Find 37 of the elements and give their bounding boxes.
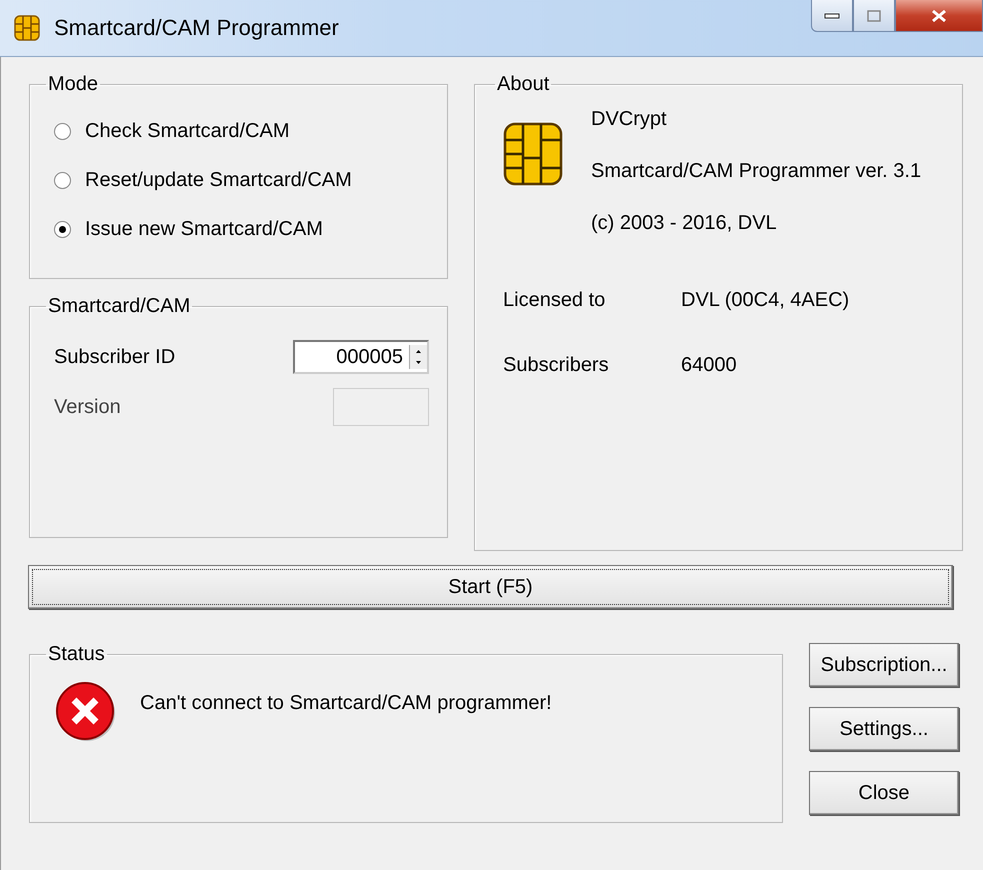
radio-option[interactable]: Check Smartcard/CAM bbox=[54, 120, 429, 143]
radio-label: Reset/update Smartcard/CAM bbox=[85, 169, 352, 192]
group-title: About bbox=[496, 73, 550, 96]
chip-icon bbox=[503, 122, 563, 186]
about-text: Smartcard/CAM Programmer ver. 3.1 bbox=[591, 160, 922, 183]
field-label: Subscriber ID bbox=[54, 346, 176, 368]
error-icon bbox=[54, 680, 118, 744]
radio-button[interactable] bbox=[54, 221, 71, 238]
group-title: Mode bbox=[47, 73, 100, 96]
info-value: 64000 bbox=[681, 354, 738, 377]
close-button[interactable] bbox=[895, 0, 983, 32]
radio-label: Check Smartcard/CAM bbox=[85, 120, 290, 143]
dialog-button[interactable]: Subscription... bbox=[809, 643, 959, 687]
radio-button[interactable] bbox=[54, 172, 71, 189]
group-title: Smartcard/CAM bbox=[47, 295, 192, 318]
dialog-button[interactable]: Close bbox=[809, 771, 959, 815]
chip-icon bbox=[14, 15, 40, 41]
field-label: Version bbox=[54, 396, 121, 418]
info-label: Subscribers bbox=[503, 354, 610, 377]
minimize-button[interactable] bbox=[811, 0, 853, 32]
radio-option[interactable]: Reset/update Smartcard/CAM bbox=[54, 169, 429, 192]
status-message: Can't connect to Smartcard/CAM programmer! bbox=[140, 692, 552, 715]
about-text: DVCrypt bbox=[591, 108, 668, 131]
about-text: (c) 2003 - 2016, DVL bbox=[591, 212, 778, 235]
close-icon bbox=[931, 8, 947, 22]
subscriber-id-spinner[interactable]: 000005 bbox=[293, 340, 429, 374]
start-button[interactable]: Start (F5) bbox=[28, 565, 953, 609]
radio-option[interactable]: Issue new Smartcard/CAM bbox=[54, 218, 429, 241]
minimize-icon bbox=[824, 12, 840, 18]
group-title: Status bbox=[47, 643, 106, 666]
maximize-icon bbox=[867, 10, 881, 22]
info-value: DVL (00C4, 4AEC) bbox=[681, 289, 850, 312]
dialog-button[interactable]: Settings... bbox=[809, 707, 959, 751]
window-title: Smartcard/CAM Programmer bbox=[54, 15, 339, 41]
radio-button[interactable] bbox=[54, 123, 71, 140]
info-label: Licensed to bbox=[503, 289, 606, 312]
radio-label: Issue new Smartcard/CAM bbox=[85, 218, 323, 241]
